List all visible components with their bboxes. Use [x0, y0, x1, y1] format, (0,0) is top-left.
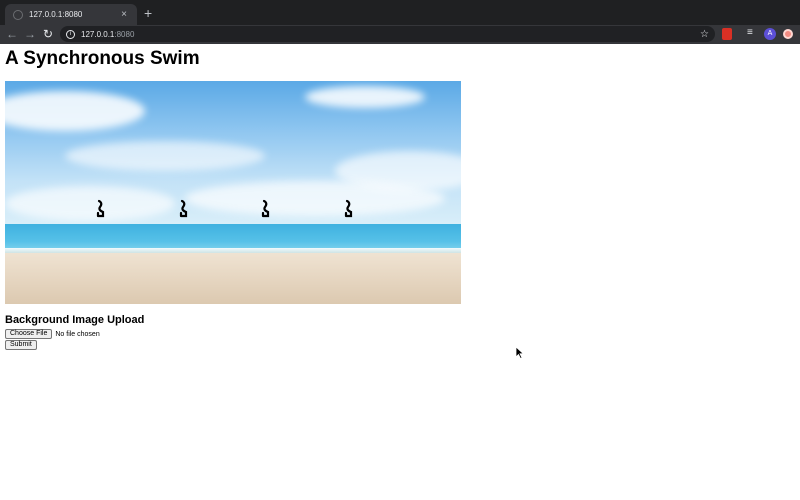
new-tab-button[interactable]: +	[144, 5, 152, 21]
cloud	[305, 86, 425, 108]
choose-file-button[interactable]: Choose File	[5, 329, 53, 339]
file-input[interactable]: Choose File No file chosen	[5, 329, 100, 339]
file-status: No file chosen	[55, 330, 100, 338]
browser-tab[interactable]: 127.0.0.1:8080 ×	[5, 4, 137, 25]
swimmer-icon	[96, 199, 105, 218]
swimmer-icon	[179, 199, 188, 218]
beach-scene	[5, 81, 461, 304]
cloud	[185, 181, 445, 216]
profile-avatar[interactable]: A	[764, 28, 776, 40]
globe-icon	[13, 9, 23, 20]
close-tab-icon[interactable]: ×	[117, 9, 131, 20]
tab-title: 127.0.0.1:8080	[29, 10, 83, 19]
mouse-cursor-icon	[516, 347, 524, 359]
submit-button[interactable]: Submit	[5, 340, 37, 350]
back-icon[interactable]: ←	[4, 26, 20, 42]
reading-list-icon[interactable]: ≡	[747, 27, 753, 39]
cloud	[5, 91, 145, 131]
extension-icon[interactable]	[722, 28, 732, 40]
page-content: A Synchronous Swim Background Image Uplo…	[0, 44, 800, 500]
url-text[interactable]: 127.0.0.1:8080	[81, 30, 700, 39]
star-icon[interactable]: ☆	[700, 29, 709, 40]
sky	[5, 81, 461, 224]
reload-icon[interactable]: ↻	[40, 26, 56, 42]
swimmer-icon	[261, 199, 270, 218]
swimmer-icon	[344, 199, 353, 218]
browser-toolbar: ← → ↻ i 127.0.0.1:8080 ☆ ≡ A	[0, 25, 800, 44]
page-title: A Synchronous Swim	[5, 48, 200, 69]
address-bar[interactable]: i 127.0.0.1:8080 ☆	[60, 26, 715, 42]
url-port: :8080	[114, 29, 135, 39]
url-host: 127.0.0.1	[81, 29, 115, 39]
info-icon[interactable]: i	[66, 29, 75, 39]
upload-heading: Background Image Upload	[5, 314, 145, 326]
record-icon[interactable]	[783, 29, 793, 39]
forward-icon[interactable]: →	[22, 26, 38, 42]
cloud	[65, 141, 265, 171]
sand	[5, 253, 461, 304]
browser-tab-bar: 127.0.0.1:8080 × +	[0, 0, 800, 25]
cloud	[5, 186, 175, 221]
